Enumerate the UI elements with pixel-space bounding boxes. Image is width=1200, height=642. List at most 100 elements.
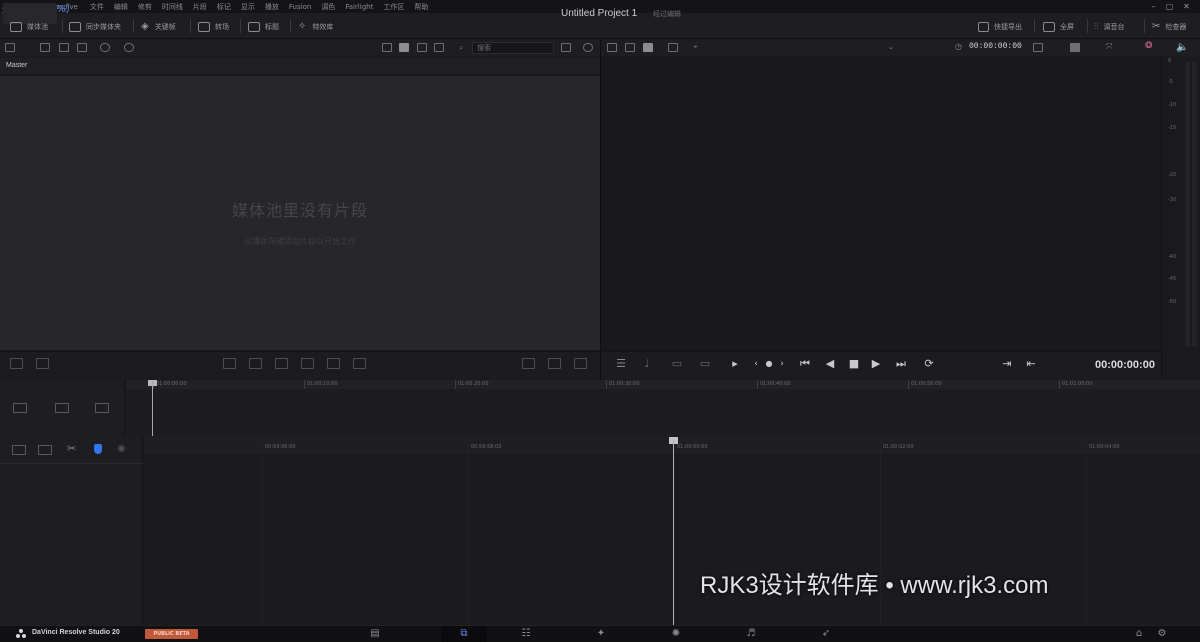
- timeline-view-icon[interactable]: [548, 358, 561, 369]
- waveform-icon[interactable]: [574, 358, 587, 369]
- list-view-icon[interactable]: [434, 43, 444, 52]
- flag-icon[interactable]: ⌖: [693, 42, 698, 52]
- source-tape-icon[interactable]: [522, 358, 535, 369]
- filmstrip-view-icon[interactable]: [417, 43, 427, 52]
- play-icon[interactable]: ▶: [869, 357, 883, 371]
- replace-icon[interactable]: [327, 358, 340, 369]
- place-on-top-icon[interactable]: [275, 358, 288, 369]
- quick-export-button[interactable]: 快捷导出: [978, 19, 1022, 34]
- maximize-icon[interactable]: ▢: [1164, 1, 1175, 12]
- fairlight-page-icon[interactable]: ♬: [728, 626, 774, 642]
- trim-icon[interactable]: [38, 445, 52, 455]
- video-icon[interactable]: ▭: [698, 357, 712, 371]
- mark-out-icon[interactable]: ⇤: [1024, 357, 1038, 371]
- menu-playback[interactable]: 播放: [265, 2, 279, 12]
- viewer-settings-icon[interactable]: ☰: [614, 357, 628, 371]
- bin-name-master[interactable]: Master: [6, 62, 27, 69]
- go-to-start-icon[interactable]: ⏮: [798, 357, 812, 371]
- cut-page-icon[interactable]: ⧉: [441, 626, 487, 642]
- source-overwrite-icon[interactable]: [301, 358, 314, 369]
- new-clip-icon[interactable]: [40, 43, 50, 52]
- edit-page-icon[interactable]: ☷: [503, 626, 549, 642]
- refresh-icon[interactable]: [583, 43, 593, 52]
- video-viewer[interactable]: [601, 56, 1161, 351]
- color-wheel-icon[interactable]: ❂: [1145, 41, 1153, 51]
- search-input[interactable]: 搜索: [472, 42, 554, 54]
- menu-edit[interactable]: 编辑: [114, 2, 128, 12]
- next-frame-icon[interactable]: ›: [775, 357, 789, 371]
- timeline-view-options-icon[interactable]: [12, 445, 26, 455]
- smart-insert-icon[interactable]: [10, 358, 23, 369]
- ripple-overwrite-icon[interactable]: [223, 358, 236, 369]
- shield-icon[interactable]: [94, 444, 102, 454]
- menu-workspace[interactable]: 工作区: [383, 2, 404, 12]
- inspector-button[interactable]: ✂ 检查器: [1152, 19, 1186, 34]
- import-icon[interactable]: [77, 43, 87, 52]
- sidebar-toggle-icon[interactable]: [5, 43, 15, 52]
- loop-icon[interactable]: ⟳: [922, 357, 936, 371]
- menu-clip[interactable]: 片段: [193, 2, 207, 12]
- fusion-page-icon[interactable]: ✦: [578, 626, 624, 642]
- play-reverse-icon[interactable]: ◀: [823, 357, 837, 371]
- timeline-viewer-icon[interactable]: [643, 43, 653, 52]
- minimize-icon[interactable]: –: [1148, 1, 1159, 12]
- close-up-icon[interactable]: [249, 358, 262, 369]
- thumbnail-view-icon[interactable]: [382, 43, 392, 52]
- fullscreen-button[interactable]: 全屏: [1043, 19, 1074, 34]
- upper-ruler[interactable]: [126, 380, 1200, 389]
- close-icon[interactable]: ✕: [1181, 1, 1192, 12]
- eye-icon[interactable]: ◉: [117, 443, 126, 454]
- color-page-icon[interactable]: ✺: [653, 626, 699, 642]
- search-icon[interactable]: ⌕: [459, 43, 463, 53]
- viewer-mode-icon[interactable]: [1070, 43, 1080, 52]
- source-clip-icon[interactable]: [607, 43, 617, 52]
- append-icon[interactable]: [36, 358, 49, 369]
- shuttle-dot-icon[interactable]: ●: [762, 357, 776, 371]
- sync-icon[interactable]: [100, 43, 110, 52]
- grid-view-icon[interactable]: [399, 43, 409, 52]
- menu-mark[interactable]: 标记: [217, 2, 231, 12]
- grid-icon[interactable]: [668, 43, 678, 52]
- safe-area-icon[interactable]: [1033, 43, 1043, 52]
- home-icon[interactable]: ⌂: [1128, 626, 1150, 642]
- upper-playhead[interactable]: [152, 381, 153, 436]
- speaker-icon[interactable]: 🔈: [1176, 42, 1188, 53]
- menu-trim[interactable]: 修剪: [138, 2, 152, 12]
- stop-icon[interactable]: ■: [847, 357, 861, 371]
- jog-icon[interactable]: ▸: [728, 357, 742, 371]
- track-options-icon[interactable]: [13, 403, 27, 413]
- source-tape-view-icon[interactable]: [625, 43, 635, 52]
- keyframes-button[interactable]: ◈ 关键帧: [141, 19, 176, 34]
- menu-color[interactable]: 调色: [321, 2, 335, 12]
- razor-icon[interactable]: ✂: [67, 442, 76, 455]
- go-to-end-icon[interactable]: ⏭: [894, 357, 908, 371]
- deliver-page-icon[interactable]: ➶: [803, 626, 849, 642]
- lower-playhead[interactable]: [673, 440, 674, 625]
- titles-button[interactable]: 标题: [248, 19, 279, 34]
- effects-button[interactable]: ✧ 特效库: [298, 19, 333, 34]
- audio-scrub-icon[interactable]: [95, 403, 109, 413]
- menu-view[interactable]: 显示: [241, 2, 255, 12]
- new-bin-icon[interactable]: [59, 43, 69, 52]
- transitions-button[interactable]: 转场: [198, 19, 229, 34]
- sync-bin-button[interactable]: 同步媒体夹: [69, 19, 121, 34]
- prev-frame-icon[interactable]: ‹: [749, 357, 763, 371]
- sort-icon[interactable]: [561, 43, 571, 52]
- menu-file[interactable]: 文件: [90, 2, 104, 12]
- link-icon[interactable]: [124, 43, 134, 52]
- audio-icon[interactable]: ▭: [670, 357, 684, 371]
- microphone-icon[interactable]: ♩: [640, 357, 654, 371]
- media-page-icon[interactable]: ▤: [352, 626, 398, 642]
- media-pool-button[interactable]: 媒体池: [10, 19, 48, 34]
- menu-help[interactable]: 帮助: [414, 2, 428, 12]
- menu-fairlight[interactable]: Fairlight: [345, 3, 373, 11]
- transform-icon[interactable]: ⤧: [1106, 42, 1112, 52]
- settings-icon[interactable]: ⚙: [1151, 626, 1173, 642]
- chevron-down-icon[interactable]: ⌄: [888, 43, 894, 51]
- menu-fusion[interactable]: Fusion: [289, 3, 311, 11]
- menu-timeline[interactable]: 时间线: [162, 2, 183, 12]
- mixer-button[interactable]: ⫶⫶ 调音台: [1094, 19, 1125, 34]
- snapping-icon[interactable]: [55, 403, 69, 413]
- fit-to-fill-icon[interactable]: [353, 358, 366, 369]
- mark-in-icon[interactable]: ⇥: [1000, 357, 1014, 371]
